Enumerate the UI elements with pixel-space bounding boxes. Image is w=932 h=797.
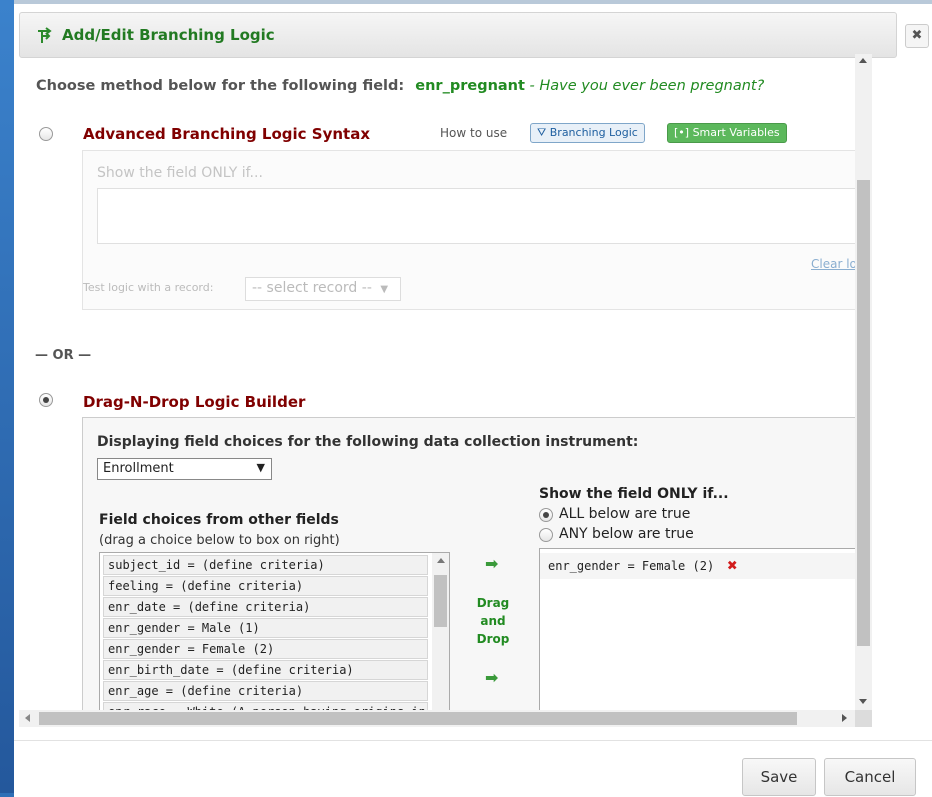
- how-to-use-label: How to use: [440, 126, 508, 140]
- all-true-radio[interactable]: [539, 508, 553, 522]
- displaying-instrument-text: Displaying field choices for the followi…: [97, 434, 639, 450]
- show-field-heading: Show the field ONLY if...: [539, 486, 729, 502]
- close-button[interactable]: ✖: [905, 24, 929, 48]
- logic-condition-text: enr_gender = Female (2): [548, 559, 715, 573]
- field-choice-item[interactable]: enr_date = (define criteria): [103, 597, 428, 617]
- scrollbar-corner: [855, 710, 872, 727]
- field-choice-item[interactable]: enr_gender = Male (1): [103, 618, 428, 638]
- scroll-up-arrow-icon[interactable]: [437, 558, 445, 563]
- instrument-select-value: Enrollment: [103, 461, 174, 476]
- field-label: Have you ever been pregnant?: [539, 78, 765, 94]
- filter-icon: ⛛: [537, 126, 550, 139]
- dropdown-caret-icon: ▼: [380, 284, 389, 295]
- branching-logic-icon: [38, 27, 52, 43]
- dialog-vertical-scrollbar[interactable]: [855, 54, 872, 710]
- scroll-down-arrow-icon[interactable]: [859, 699, 867, 704]
- background-window-edge: [0, 0, 14, 793]
- advanced-syntax-panel: Show the field ONLY if... Clear lo Test …: [82, 150, 869, 310]
- select-caret-icon: ▼: [256, 461, 265, 474]
- cancel-button[interactable]: Cancel: [824, 758, 916, 796]
- field-intro: Choose method below for the following fi…: [36, 78, 764, 94]
- scrollbar-thumb[interactable]: [857, 180, 870, 646]
- field-choice-item[interactable]: feeling = (define criteria): [103, 576, 428, 596]
- field-choice-item[interactable]: enr_birth_date = (define criteria): [103, 660, 428, 680]
- advanced-syntax-title: Advanced Branching Logic Syntax: [83, 125, 371, 143]
- instrument-select[interactable]: Enrollment ▼: [97, 458, 272, 480]
- dialog-title: Add/Edit Branching Logic: [62, 26, 275, 44]
- dialog-content: Choose method below for the following fi…: [19, 60, 869, 710]
- any-true-label: ANY below are true: [559, 526, 694, 542]
- field-separator: -: [524, 78, 540, 94]
- and-label: and: [480, 614, 506, 628]
- test-logic-label: Test logic with a record:: [83, 281, 214, 294]
- dialog-horizontal-scrollbar[interactable]: [19, 710, 855, 727]
- delete-condition-icon[interactable]: ✖: [727, 556, 737, 576]
- select-record-value: -- select record --: [252, 280, 372, 296]
- scroll-left-arrow-icon[interactable]: [25, 714, 30, 722]
- dialog-footer: Save Cancel: [14, 740, 932, 797]
- branching-logic-dialog: Add/Edit Branching Logic ✖ Choose method…: [14, 0, 932, 797]
- or-divider: — OR —: [35, 348, 92, 363]
- field-choices-instruction: (drag a choice below to box on right): [99, 533, 340, 548]
- branching-logic-help-button[interactable]: ⛛ Branching Logic: [530, 123, 645, 143]
- drop-arrow-icon: ➡: [485, 668, 499, 687]
- drag-arrow-icon: ➡: [485, 554, 499, 573]
- scrollbar-thumb[interactable]: [39, 712, 797, 725]
- field-choices-heading: Field choices from other fields: [99, 512, 339, 528]
- drag-n-drop-radio[interactable]: [39, 393, 53, 407]
- drag-n-drop-panel: Displaying field choices for the followi…: [82, 417, 869, 710]
- scrollbar-thumb[interactable]: [434, 575, 447, 627]
- logic-textarea[interactable]: [97, 188, 869, 244]
- scroll-up-arrow-icon[interactable]: [859, 58, 867, 63]
- field-choices-list[interactable]: subject_id = (define criteria) feeling =…: [99, 552, 450, 710]
- any-true-radio[interactable]: [539, 528, 553, 542]
- field-choice-item[interactable]: subject_id = (define criteria): [103, 555, 428, 575]
- intro-text: Choose method below for the following fi…: [36, 78, 405, 94]
- branching-logic-help-label: Branching Logic: [549, 126, 638, 139]
- advanced-hint: Show the field ONLY if...: [97, 165, 263, 181]
- logic-condition-item[interactable]: enr_gender = Female (2) ✖: [540, 553, 868, 579]
- smart-variables-button[interactable]: [•] Smart Variables: [667, 123, 787, 143]
- field-choices-scrollbar[interactable]: [432, 553, 449, 710]
- logic-drop-target[interactable]: enr_gender = Female (2) ✖: [539, 548, 869, 710]
- drop-label: Drop: [476, 632, 510, 646]
- save-button[interactable]: Save: [742, 758, 816, 796]
- dialog-titlebar[interactable]: Add/Edit Branching Logic: [19, 12, 897, 58]
- advanced-syntax-radio[interactable]: [39, 127, 53, 141]
- field-choice-item[interactable]: enr_age = (define criteria): [103, 681, 428, 701]
- field-choice-item[interactable]: enr_gender = Female (2): [103, 639, 428, 659]
- field-choice-item[interactable]: enr_race = White (A person having origin…: [103, 702, 428, 710]
- clear-logic-link[interactable]: Clear lo: [811, 257, 857, 271]
- scroll-right-arrow-icon[interactable]: [842, 714, 847, 722]
- all-true-label: ALL below are true: [559, 506, 691, 522]
- field-name: enr_pregnant: [415, 78, 525, 94]
- select-record-dropdown[interactable]: -- select record -- ▼: [245, 277, 401, 301]
- drag-label: Drag: [476, 596, 510, 610]
- drag-n-drop-title: Drag-N-Drop Logic Builder: [83, 393, 306, 411]
